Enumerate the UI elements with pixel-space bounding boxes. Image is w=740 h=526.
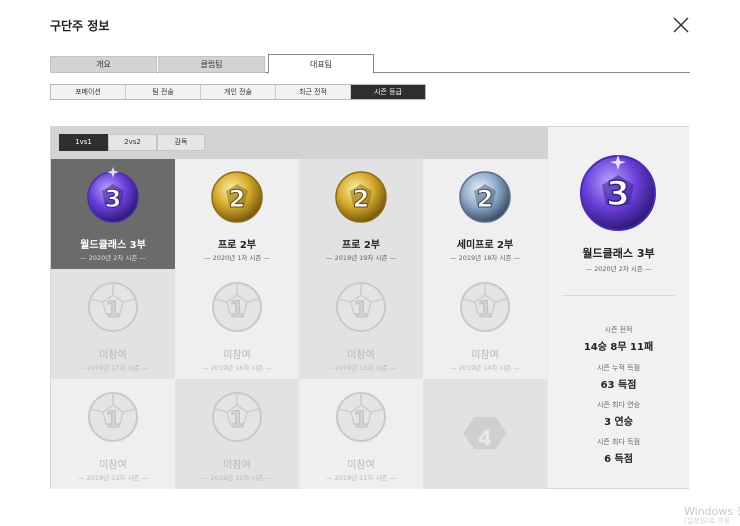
svg-text:1: 1 bbox=[353, 298, 368, 323]
tab-club-team[interactable]: 클럽팀 bbox=[158, 56, 265, 73]
mode-tab-bar: 1vs1 2vs2 감독 bbox=[51, 127, 548, 159]
gold-rank-badge-icon: 2 bbox=[335, 171, 387, 223]
season-period: — 2020년 1차 시즌 — bbox=[204, 254, 270, 262]
subtab-individual-tactics[interactable]: 개인 전술 bbox=[201, 85, 276, 99]
tab-national-team[interactable]: 대표팀 bbox=[268, 54, 374, 74]
unranked-badge-icon: 1 bbox=[88, 392, 138, 442]
svg-text:2: 2 bbox=[353, 185, 370, 213]
stat-record: 시즌 전적 14승 8무 11패 bbox=[583, 326, 654, 353]
season-period: — 2019년 14차 시즌 — bbox=[450, 364, 520, 372]
svg-text:2: 2 bbox=[229, 185, 246, 213]
season-rank: 미참여 bbox=[347, 460, 375, 471]
season-period: — 2019년 17차 시즌 — bbox=[78, 364, 148, 372]
subtab-season-grade[interactable]: 시즌 등급 bbox=[351, 85, 425, 99]
season-cell[interactable]: 4 bbox=[423, 379, 547, 489]
svg-text:1: 1 bbox=[105, 298, 120, 323]
svg-text:1: 1 bbox=[229, 298, 244, 323]
season-grade-panel: 1vs1 2vs2 감독 3 월드클래스 3부 — 2020년 2차 시즌 — 2… bbox=[50, 126, 689, 489]
season-period: — 2019년 16차 시즌 — bbox=[202, 364, 272, 372]
sub-tabs: 포메이션 팀 전술 개인 전술 최근 전적 시즌 등급 bbox=[50, 84, 426, 100]
svg-text:3: 3 bbox=[606, 174, 630, 214]
season-period: — 2019년 19차 시즌 — bbox=[326, 254, 396, 262]
season-rank: 프로 2부 bbox=[217, 240, 257, 251]
season-cell[interactable]: 1 미참여 — 2019년 14차 시즌 — bbox=[423, 269, 547, 379]
svg-text:3: 3 bbox=[105, 185, 122, 213]
season-rank: 미참여 bbox=[223, 460, 251, 471]
unranked-badge-icon: 1 bbox=[212, 392, 262, 442]
mode-tab-manager[interactable]: 감독 bbox=[157, 134, 205, 151]
season-cell[interactable]: 2 프로 2부 — 2020년 1차 시즌 — bbox=[175, 159, 299, 269]
unranked-badge-icon: 1 bbox=[88, 282, 138, 332]
season-rank: 미참여 bbox=[99, 460, 127, 471]
season-period: — 2019년 11차 시즌 — bbox=[326, 474, 396, 482]
stat-win-streak: 시즌 최다 연승 3 연승 bbox=[596, 401, 641, 428]
stat-total-goals: 시즌 누적 득점 63 득점 bbox=[596, 364, 641, 391]
season-rank: 미참여 bbox=[99, 350, 127, 361]
main-tabs: 개요 클럽팀 대표팀 bbox=[50, 54, 690, 74]
unranked-badge-icon: 1 bbox=[212, 282, 262, 332]
season-cell[interactable]: 1 미참여 — 2019년 15차 시즌 — bbox=[299, 269, 423, 379]
current-season: — 2020년 2차 시즌 — bbox=[585, 265, 652, 273]
season-cell[interactable]: 3 월드클래스 3부 — 2020년 2차 시즌 — bbox=[51, 159, 175, 269]
season-rank: 프로 2부 bbox=[341, 240, 381, 251]
divider bbox=[562, 295, 675, 296]
mode-tab-1vs1[interactable]: 1vs1 bbox=[59, 134, 108, 151]
season-rank: 미참여 bbox=[347, 350, 375, 361]
purple-rank-badge-icon: 3 bbox=[87, 167, 139, 223]
season-period: — 2019년 18차 시즌 — bbox=[450, 254, 520, 262]
svg-text:1: 1 bbox=[229, 408, 244, 433]
unranked-badge-icon: 1 bbox=[460, 282, 510, 332]
subtab-formation[interactable]: 포메이션 bbox=[51, 85, 126, 99]
tab-overview[interactable]: 개요 bbox=[50, 56, 157, 73]
season-cell[interactable]: 1 미참여 — 2019년 13차 시즌 — bbox=[51, 379, 175, 489]
season-rank: 세미프로 2부 bbox=[456, 240, 514, 251]
subtab-team-tactics[interactable]: 팀 전술 bbox=[126, 85, 201, 99]
season-cell[interactable]: 1 미참여 — 2019년 16차 시즌 — bbox=[175, 269, 299, 379]
season-period: — 2019년 15차 시즌 — bbox=[326, 364, 396, 372]
current-rank: 월드클래스 3부 bbox=[582, 247, 655, 260]
season-period: — 2019년 13차 시즌 — bbox=[78, 474, 148, 482]
silver-rank-badge-icon: 2 bbox=[459, 171, 511, 223]
mode-tab-2vs2[interactable]: 2vs2 bbox=[108, 134, 157, 151]
season-cell[interactable]: 1 미참여 — 2019년 17차 시즌 — bbox=[51, 269, 175, 379]
season-rank: 월드클래스 3부 bbox=[80, 240, 146, 251]
svg-text:2: 2 bbox=[477, 185, 494, 213]
current-season-panel: 3 월드클래스 3부 — 2020년 2차 시즌 — 시즌 전적 14승 8무 … bbox=[548, 127, 689, 488]
world-class-badge-icon: 3 bbox=[580, 155, 656, 231]
season-rank: 미참여 bbox=[471, 350, 499, 361]
season-period: — 2019년 12차 시즌 — bbox=[202, 474, 272, 482]
subtab-recent-record[interactable]: 최근 전적 bbox=[276, 85, 351, 99]
season-period: — 2020년 2차 시즌 — bbox=[80, 254, 146, 262]
unranked-badge-icon: 1 bbox=[336, 392, 386, 442]
season-rank: 미참여 bbox=[223, 350, 251, 361]
season-cell[interactable]: 1 미참여 — 2019년 12차 시즌 — bbox=[175, 379, 299, 489]
season-cell[interactable]: 1 미참여 — 2019년 11차 시즌 — bbox=[299, 379, 423, 489]
season-cell[interactable]: 2 프로 2부 — 2019년 19차 시즌 — bbox=[299, 159, 423, 269]
gold-rank-badge-icon: 2 bbox=[211, 171, 263, 223]
close-icon[interactable] bbox=[672, 16, 690, 34]
svg-text:4: 4 bbox=[478, 426, 492, 450]
svg-text:1: 1 bbox=[105, 408, 120, 433]
locked-badge-icon: 4 bbox=[463, 416, 507, 450]
svg-text:1: 1 bbox=[477, 298, 492, 323]
unranked-badge-icon: 1 bbox=[336, 282, 386, 332]
svg-text:1: 1 bbox=[353, 408, 368, 433]
window-title: 구단주 정보 bbox=[50, 19, 110, 33]
season-cell[interactable]: 2 세미프로 2부 — 2019년 18차 시즌 — bbox=[423, 159, 547, 269]
stat-max-goals: 시즌 최다 득점 6 득점 bbox=[596, 438, 641, 465]
windows-activation-subtext: [설정]으로 이동 bbox=[684, 517, 731, 525]
